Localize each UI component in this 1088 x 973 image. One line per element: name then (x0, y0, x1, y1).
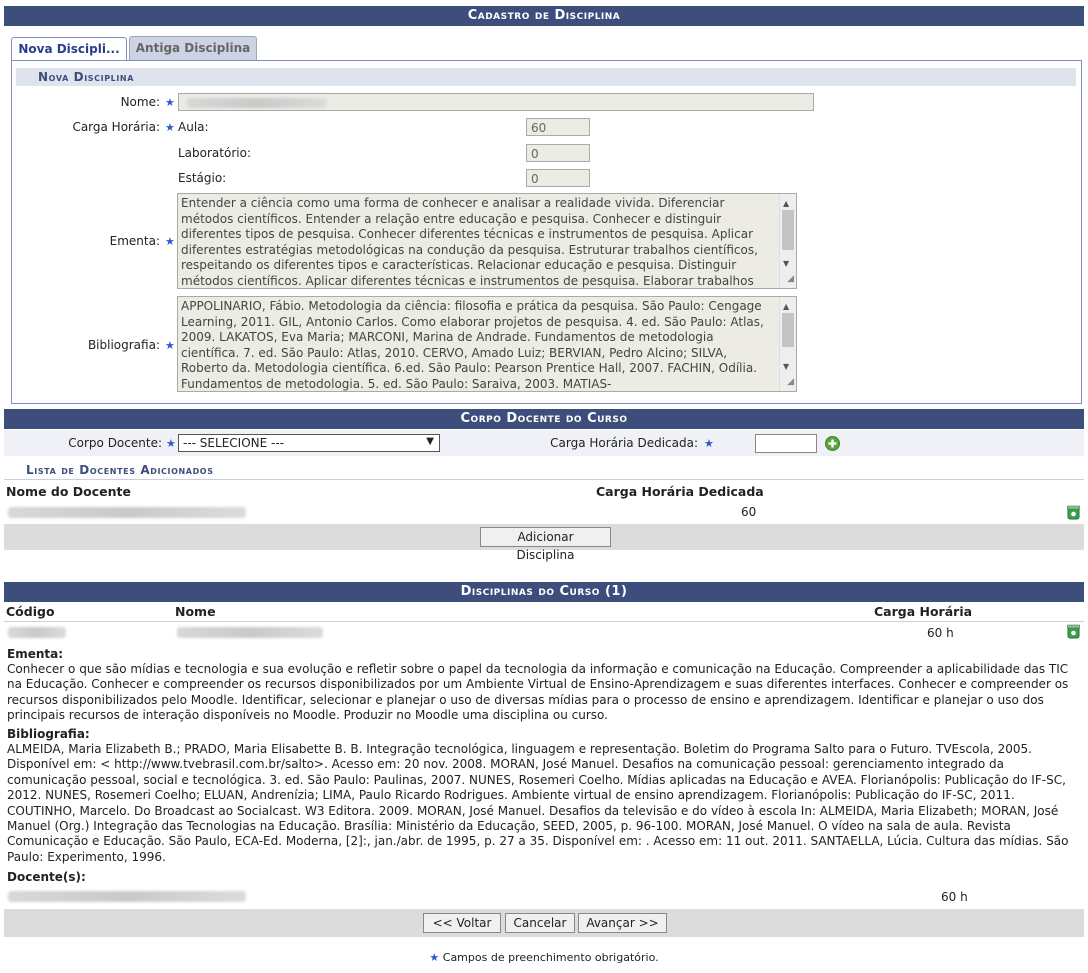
redacted-docente-name (8, 507, 246, 518)
required-star-icon: ★ (165, 339, 175, 352)
col-carga-horaria: Carga Horária (874, 604, 973, 619)
col-nome-docente: Nome do Docente (6, 484, 131, 499)
add-circle-icon[interactable] (825, 436, 840, 451)
required-fields-note: ★ Campos de preenchimento obrigatório. (0, 951, 1088, 964)
bibliografia-text: APPOLINARIO, Fábio. Metodologia da ciênc… (181, 299, 764, 391)
disciplinas-header: Disciplinas do Curso (1) (4, 582, 1084, 602)
required-star-icon: ★ (704, 437, 714, 450)
redacted-codigo (8, 627, 66, 638)
scroll-thumb[interactable] (782, 210, 794, 250)
carga-dedicada-input[interactable] (755, 434, 817, 453)
required-star-icon: ★ (429, 951, 440, 964)
required-star-icon: ★ (165, 121, 175, 134)
select-value: --- SELECIONE --- (183, 436, 284, 450)
divider (4, 479, 1084, 480)
estagio-input[interactable]: 0 (526, 169, 590, 187)
corpo-docente-header: Corpo Docente do Curso (4, 409, 1084, 429)
section-title-nova-disciplina: Nova Disciplina (16, 68, 1076, 86)
carga-horaria-label: Carga Horária: (72, 120, 160, 134)
resize-grip-icon[interactable]: ◢ (787, 272, 794, 288)
col-nome: Nome (175, 604, 216, 619)
nome-input[interactable] (178, 93, 814, 111)
scroll-down-icon[interactable]: ▼ (783, 359, 789, 375)
ementa-label: Ementa: (109, 234, 160, 248)
adicionar-disciplina-button[interactable]: Adicionar Disciplina (480, 527, 611, 562)
corpo-docente-label: Corpo Docente: (68, 436, 162, 450)
bibliografia-textarea[interactable]: APPOLINARIO, Fábio. Metodologia da ciênc… (177, 296, 797, 392)
required-star-icon: ★ (165, 235, 175, 248)
bibliografia-label: Bibliografia: (87, 338, 160, 352)
docentes-heading: Docente(s): (7, 870, 86, 884)
resize-grip-icon[interactable]: ◢ (787, 375, 794, 391)
bibliografia-content: ALMEIDA, Maria Elizabeth B.; PRADO, Mari… (7, 742, 1069, 864)
scroll-down-icon[interactable]: ▼ (783, 256, 789, 272)
docente-carga: 60 h (941, 890, 968, 904)
aula-input[interactable]: 60 (526, 118, 590, 136)
estagio-label: Estágio: (178, 171, 227, 185)
ementa-textarea[interactable]: Entender a ciência como uma forma de con… (177, 193, 797, 289)
voltar-button[interactable]: << Voltar (423, 913, 501, 933)
chevron-down-icon: ▼ (426, 436, 434, 447)
redacted-nome (177, 627, 323, 638)
lista-docentes-title: Lista de Docentes Adicionados (4, 461, 1084, 479)
tab-nova-disciplina[interactable]: Nova Discipli... (11, 37, 127, 61)
avancar-button[interactable]: Avançar >> (578, 913, 667, 933)
page-header: Cadastro de Disciplina (4, 6, 1084, 26)
trash-icon[interactable] (1067, 505, 1080, 520)
redacted-docente-name (8, 891, 246, 902)
required-star-icon: ★ (166, 437, 176, 450)
redacted-text (187, 98, 327, 108)
cancelar-button[interactable]: Cancelar (505, 913, 575, 933)
scroll-thumb[interactable] (782, 313, 794, 347)
bibliografia-heading: Bibliografia: (7, 727, 90, 741)
ementa-heading: Ementa: (7, 647, 64, 661)
tab-antiga-disciplina[interactable]: Antiga Disciplina (129, 36, 257, 60)
col-codigo: Código (6, 604, 55, 619)
disciplina-carga-value: 60 h (927, 626, 954, 640)
nome-label: Nome: (120, 95, 160, 109)
corpo-docente-select[interactable]: --- SELECIONE --- ▼ (178, 434, 440, 452)
laboratorio-label: Laboratório: (178, 146, 251, 160)
docente-carga-value: 60 (741, 505, 757, 519)
divider (4, 621, 1084, 622)
required-star-icon: ★ (165, 96, 175, 109)
carga-dedicada-label: Carga Horária Dedicada: (550, 436, 698, 450)
ementa-text: Entender a ciência como uma forma de con… (181, 196, 758, 288)
laboratorio-input[interactable]: 0 (526, 144, 590, 162)
aula-label: Aula: (178, 120, 209, 134)
ementa-content: Conhecer o que são mídias e tecnologia e… (7, 662, 1069, 723)
trash-icon[interactable] (1067, 624, 1080, 639)
col-carga-dedicada: Carga Horária Dedicada (596, 484, 764, 499)
required-note-text: Campos de preenchimento obrigatório. (442, 951, 659, 964)
